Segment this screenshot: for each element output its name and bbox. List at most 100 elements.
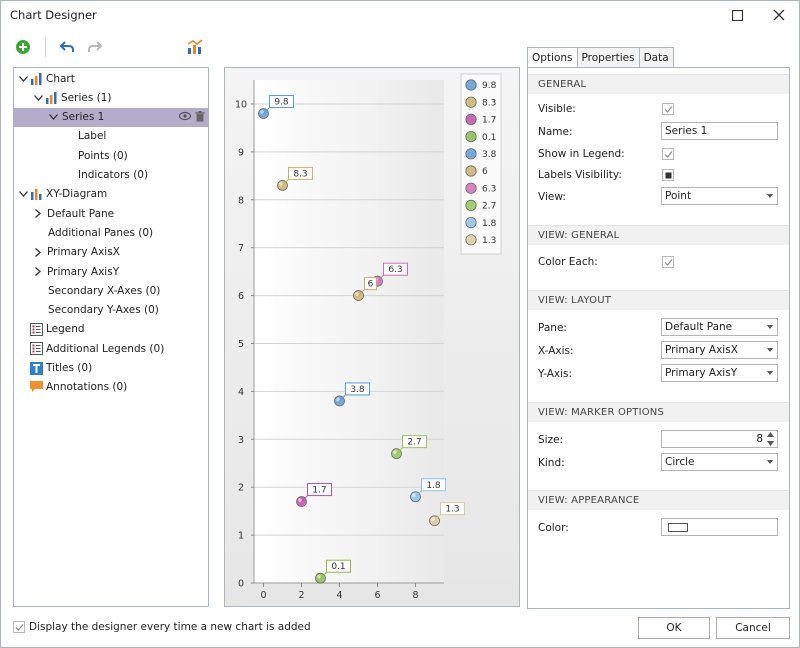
labels-visibility-checkbox[interactable] <box>662 169 674 181</box>
legend-label: 1.3 <box>482 236 496 246</box>
chart-wizard-icon <box>187 39 203 54</box>
tree-item[interactable]: Secondary X-Axes (0) <box>14 281 208 300</box>
tree-item-label: Chart <box>46 72 75 85</box>
point-label: 6.3 <box>388 265 402 275</box>
tree-item[interactable]: Series (1) <box>14 88 208 107</box>
pane-select[interactable]: Default Pane <box>661 318 778 336</box>
dropdown-arrow-icon <box>767 325 773 329</box>
add-icon <box>16 40 30 54</box>
section-view-general: VIEW: GENERAL <box>528 225 789 245</box>
tab-data[interactable]: Data <box>639 47 674 68</box>
chevron-down-icon[interactable] <box>17 73 29 85</box>
toolbar-separator <box>45 37 46 57</box>
y-tick-label: 4 <box>238 387 244 398</box>
tree-item[interactable]: XY-Diagram <box>14 185 208 204</box>
view-select[interactable]: Point <box>661 187 778 205</box>
x-axis-label: X-Axis: <box>538 345 574 357</box>
chevron-right-icon[interactable] <box>32 208 44 220</box>
color-each-checkbox[interactable] <box>662 256 674 268</box>
point-highlight <box>431 517 435 522</box>
tab-properties[interactable]: Properties <box>577 47 640 68</box>
checkmark-icon <box>664 258 672 266</box>
tree-item[interactable]: Additional Panes (0) <box>14 223 208 242</box>
tree-item-label: Series (1) <box>61 91 112 104</box>
x-tick-label: 0 <box>260 590 266 601</box>
legend-marker <box>465 199 477 211</box>
tree-item[interactable]: Primary AxisY <box>14 262 208 281</box>
tree-item[interactable]: Indicators (0) <box>14 166 208 185</box>
scatter-chart: 0 1 2 3 4 5 6 7 8 9 10 0 2 4 6 8 9.8 8.3 1.7 0.1 3.8 6 6.3 2.7… <box>225 68 519 606</box>
tree-item[interactable]: Additional Legends (0) <box>14 339 208 358</box>
display-designer-option[interactable]: Display the designer every time a new ch… <box>13 621 311 633</box>
annotation-icon <box>29 380 43 394</box>
tree-item[interactable]: Titles (0) <box>14 359 208 378</box>
legend-label: 1.8 <box>482 219 497 229</box>
visible-checkbox[interactable] <box>662 103 674 115</box>
show-in-legend-checkbox[interactable] <box>662 148 674 160</box>
tree-item[interactable]: Legend <box>14 320 208 339</box>
tab-options[interactable]: Options <box>527 47 578 68</box>
x-tick-label: 8 <box>412 590 418 601</box>
tree-item[interactable]: Chart <box>14 69 208 88</box>
point-label: 3.8 <box>350 385 365 395</box>
tree-item[interactable]: Series 1 <box>14 107 208 127</box>
spin-buttons[interactable] <box>765 432 775 446</box>
color-picker[interactable] <box>661 518 778 536</box>
point-label: 8.3 <box>293 169 307 179</box>
ok-button[interactable]: OK <box>638 617 710 639</box>
maximize-icon <box>731 9 743 21</box>
legend-marker <box>465 148 477 160</box>
pane-select-value: Default Pane <box>665 321 733 333</box>
tree-item[interactable]: Secondary Y-Axes (0) <box>14 301 208 320</box>
display-designer-checkbox[interactable] <box>13 621 25 633</box>
x-axis-select[interactable]: Primary AxisX <box>661 341 778 359</box>
y-tick-label: 7 <box>238 243 244 254</box>
spin-up-icon[interactable] <box>766 432 774 437</box>
redo-button[interactable] <box>83 35 107 59</box>
point-label: 1.7 <box>312 486 326 496</box>
tree-item[interactable]: Default Pane <box>14 204 208 223</box>
point-highlight <box>355 292 359 296</box>
indeterminate-icon <box>665 172 671 178</box>
view-label: View: <box>538 191 566 203</box>
point-highlight <box>412 493 416 498</box>
bar-chart-icon <box>44 91 58 105</box>
chevron-right-icon[interactable] <box>32 246 44 258</box>
y-tick-label: 3 <box>238 435 244 446</box>
chevron-down-icon[interactable] <box>32 92 44 104</box>
tree-item-label: Legend <box>46 323 85 336</box>
undo-button[interactable] <box>55 35 79 59</box>
chart-wizard-button[interactable] <box>183 35 207 59</box>
chevron-right-icon[interactable] <box>32 266 44 278</box>
chevron-down-icon[interactable] <box>17 188 29 200</box>
tree-item[interactable]: Points (0) <box>14 146 208 165</box>
name-input[interactable]: Series 1 <box>661 122 778 140</box>
kind-select[interactable]: Circle <box>661 453 778 471</box>
cancel-button[interactable]: Cancel <box>716 617 790 639</box>
legend-marker <box>465 217 477 229</box>
eye-icon[interactable] <box>179 111 191 121</box>
display-designer-label: Display the designer every time a new ch… <box>29 621 311 633</box>
trash-icon[interactable] <box>195 110 205 122</box>
tree-item[interactable]: Annotations (0) <box>14 378 208 397</box>
legend-marker <box>465 130 477 143</box>
y-axis-select[interactable]: Primary AxisY <box>661 364 778 382</box>
size-spin-editor[interactable]: 8 <box>661 430 778 448</box>
row-actions <box>179 110 205 122</box>
maximize-button[interactable] <box>717 1 757 29</box>
y-tick-label: 6 <box>238 291 244 302</box>
spin-down-icon[interactable] <box>766 441 774 446</box>
tree-item[interactable]: Primary AxisX <box>14 243 208 262</box>
chevron-down-icon[interactable] <box>47 111 59 123</box>
toolbar <box>1 33 221 61</box>
dropdown-arrow-icon <box>767 460 773 464</box>
tree-item[interactable]: Label <box>14 127 208 146</box>
x-tick-label: 4 <box>336 590 342 601</box>
add-button[interactable] <box>11 35 35 59</box>
close-button[interactable] <box>759 1 799 29</box>
